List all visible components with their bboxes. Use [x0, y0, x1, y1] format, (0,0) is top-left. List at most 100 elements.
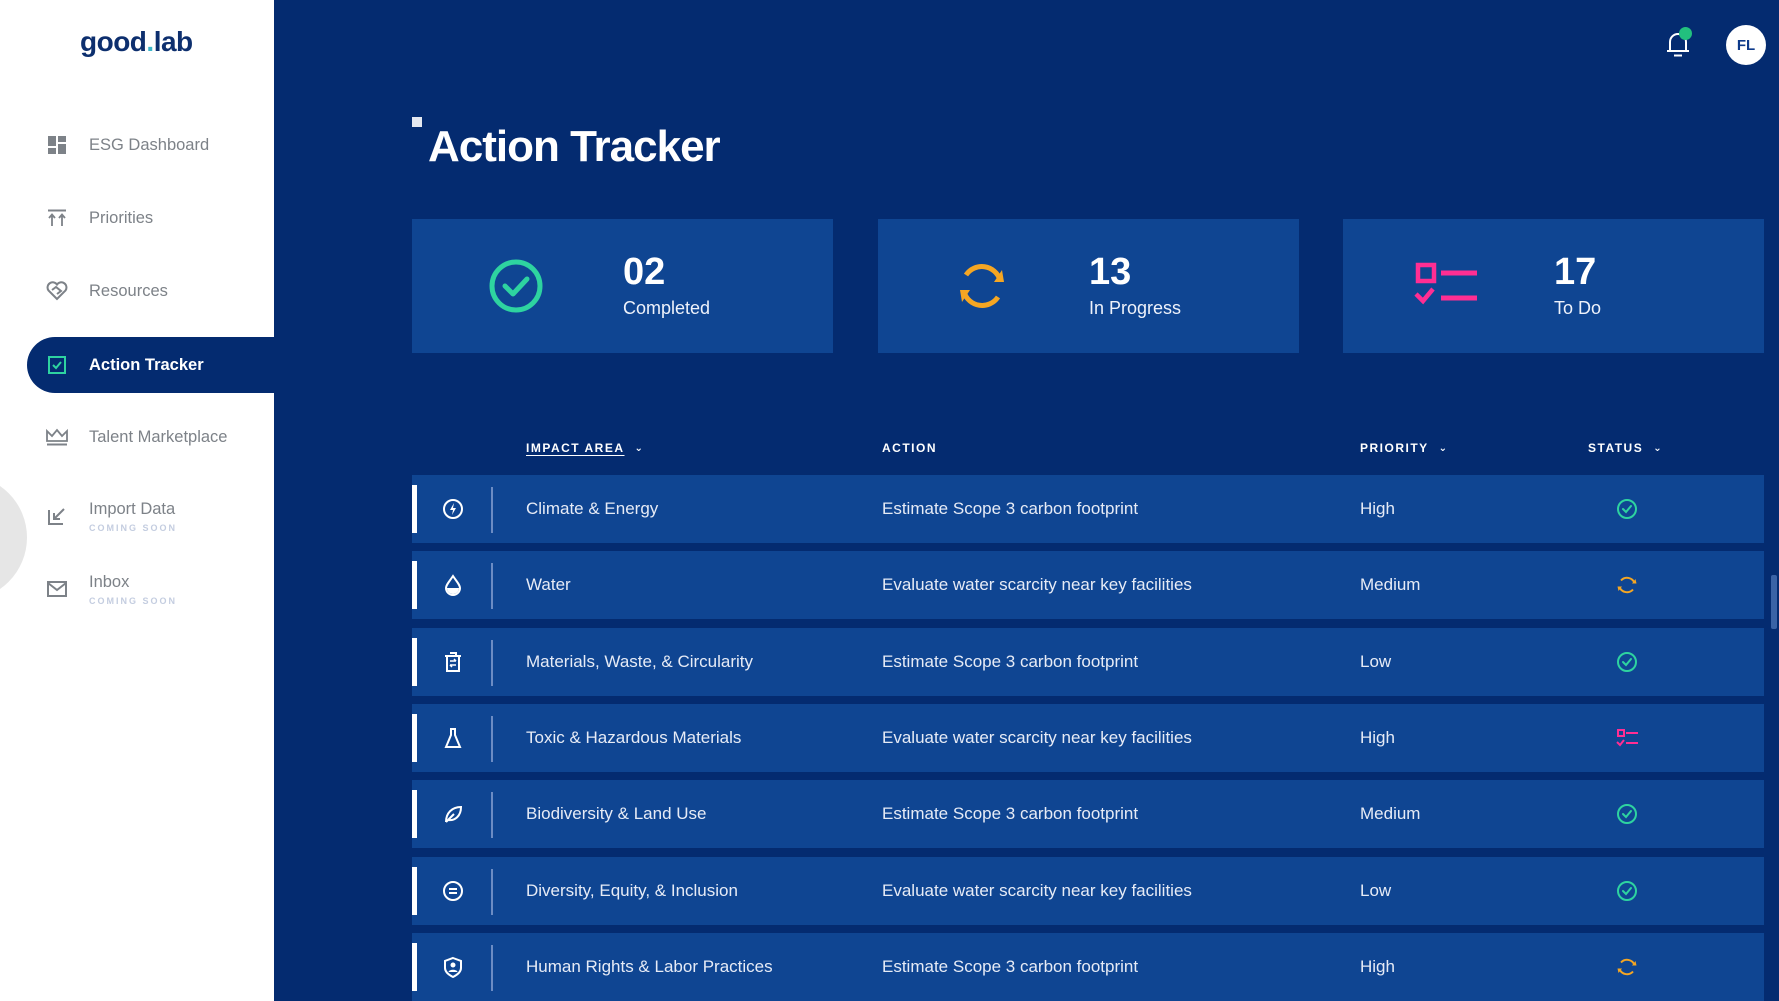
sidebar-item-label: Import Data: [89, 499, 176, 518]
action-cell[interactable]: Evaluate water scarcity near key facilit…: [882, 728, 1192, 748]
status-check-circle-icon[interactable]: [1616, 880, 1638, 902]
mail-icon: [46, 578, 68, 600]
column-header-priority[interactable]: PRIORITY ⌄: [1360, 441, 1449, 455]
priority-cell: High: [1360, 957, 1395, 976]
sidebar-item-label: ESG Dashboard: [89, 135, 210, 154]
stat-label: To Do: [1554, 298, 1602, 318]
row-divider: [491, 563, 493, 609]
table-row[interactable]: Human Rights & Labor Practices Estimate S…: [412, 933, 1764, 1001]
leaf-icon: [445, 805, 463, 823]
row-accent-bar: [412, 638, 417, 686]
title-marker: [412, 117, 422, 127]
page-title: Action Tracker: [428, 122, 721, 171]
equals-circle-icon: [443, 881, 463, 901]
table-row[interactable]: Diversity, Equity, & Inclusion Evaluate w…: [412, 857, 1764, 925]
impact-area-cell: Diversity, Equity, & Inclusion: [526, 881, 738, 900]
logo-text: good: [80, 26, 147, 57]
stat-card-completed: 02 Completed: [412, 219, 833, 353]
priorities-icon: [46, 207, 68, 229]
table-row[interactable]: Materials, Waste, & Circularity Estimate …: [412, 628, 1764, 696]
sidebar-item-label: Priorities: [89, 208, 154, 227]
priority-cell: High: [1360, 728, 1395, 747]
crown-icon: [46, 426, 68, 448]
todo-list-icon: [1414, 262, 1477, 305]
stat-value: 17: [1554, 251, 1597, 293]
table-row[interactable]: Biodiversity & Land Use Estimate Scope 3 …: [412, 780, 1764, 848]
status-check-circle-icon[interactable]: [1616, 803, 1638, 825]
sidebar-item-label: Inbox: [89, 572, 130, 591]
row-divider: [491, 487, 493, 533]
column-header-impact-area[interactable]: IMPACT AREA ⌄: [526, 441, 644, 455]
sidebar-item-label: Talent Marketplace: [89, 427, 228, 446]
checkbox-icon: [46, 354, 68, 376]
row-accent-bar: [412, 867, 417, 915]
flask-icon: [444, 728, 462, 748]
row-accent-bar: [412, 485, 417, 533]
priority-cell: High: [1360, 499, 1395, 518]
sidebar-item-priorities[interactable]: Priorities: [27, 190, 274, 246]
status-check-circle-icon[interactable]: [1616, 498, 1638, 520]
action-cell[interactable]: Evaluate water scarcity near key facilit…: [882, 575, 1192, 595]
action-cell[interactable]: Estimate Scope 3 carbon footprint: [882, 804, 1138, 824]
column-header-action: ACTION: [882, 441, 937, 455]
status-refresh-icon[interactable]: [1616, 574, 1638, 596]
column-header-label: IMPACT AREA: [526, 441, 625, 455]
user-avatar[interactable]: FL: [1726, 25, 1766, 65]
heart-handshake-icon: [46, 280, 68, 302]
scrollbar-thumb[interactable]: [1771, 575, 1777, 629]
impact-area-cell: Toxic & Hazardous Materials: [526, 728, 742, 747]
row-divider: [491, 792, 493, 838]
stat-label: In Progress: [1089, 298, 1182, 318]
priority-cell: Medium: [1360, 575, 1421, 594]
sidebar-item-esg-dashboard[interactable]: ESG Dashboard: [27, 117, 274, 173]
sidebar-item-talent-marketplace[interactable]: Talent Marketplace: [27, 409, 274, 465]
logo[interactable]: good.lab: [80, 26, 193, 58]
table-row[interactable]: Water Evaluate water scarcity near key fa…: [412, 551, 1764, 619]
chevron-down-icon: ⌄: [634, 442, 645, 454]
column-header-label: STATUS: [1588, 441, 1644, 455]
priority-cell: Medium: [1360, 804, 1421, 823]
action-cell[interactable]: Evaluate water scarcity near key facilit…: [882, 881, 1192, 901]
row-divider: [491, 640, 493, 686]
action-cell[interactable]: Estimate Scope 3 carbon footprint: [882, 499, 1138, 519]
action-cell[interactable]: Estimate Scope 3 carbon footprint: [882, 652, 1138, 672]
notification-badge: [1679, 27, 1692, 40]
table-row[interactable]: Climate & Energy Estimate Scope 3 carbon …: [412, 475, 1764, 543]
impact-area-cell: Materials, Waste, & Circularity: [526, 652, 754, 671]
sidebar-item-action-tracker[interactable]: Action Tracker: [27, 337, 274, 393]
sidebar-item-label: Action Tracker: [89, 355, 204, 374]
decorative-circle: [0, 475, 27, 600]
column-header-label: PRIORITY: [1360, 441, 1429, 455]
column-header-status[interactable]: STATUS ⌄: [1588, 441, 1663, 455]
priority-cell: Low: [1360, 652, 1392, 671]
sidebar-item-inbox[interactable]: Inbox COMING SOON: [27, 561, 274, 617]
impact-area-cell: Water: [526, 575, 571, 594]
status-refresh-icon[interactable]: [1616, 956, 1638, 978]
coming-soon-badge: COMING SOON: [89, 522, 178, 533]
table-row[interactable]: Toxic & Hazardous Materials Evaluate wate…: [412, 704, 1764, 772]
stat-card-to-do: 17 To Do: [1343, 219, 1764, 353]
water-drop-icon: [444, 574, 462, 596]
import-icon: [46, 505, 68, 527]
status-check-circle-icon[interactable]: [1616, 651, 1638, 673]
status-todo-list-icon[interactable]: [1616, 727, 1638, 749]
row-divider: [491, 945, 493, 991]
logo-dot: .: [146, 26, 154, 57]
row-accent-bar: [412, 561, 417, 609]
sidebar-item-import-data[interactable]: Import Data COMING SOON: [27, 488, 274, 544]
chevron-down-icon: ⌄: [1653, 442, 1664, 454]
impact-area-cell: Climate & Energy: [526, 499, 659, 518]
sidebar-item-resources[interactable]: Resources: [27, 263, 274, 319]
refresh-icon: [960, 264, 1004, 308]
stat-value: 13: [1089, 251, 1132, 293]
shield-person-icon: [444, 956, 462, 978]
lightning-icon: [443, 499, 463, 519]
sidebar: good.lab ESG Dashboard Priorities Resour…: [0, 0, 274, 1001]
logo-text-tail: lab: [153, 26, 193, 57]
stat-card-in-progress: 13 In Progress: [878, 219, 1299, 353]
priority-cell: Low: [1360, 881, 1392, 900]
row-divider: [491, 869, 493, 915]
action-cell[interactable]: Estimate Scope 3 carbon footprint: [882, 957, 1138, 977]
dashboard-icon: [46, 134, 68, 156]
row-accent-bar: [412, 943, 417, 991]
